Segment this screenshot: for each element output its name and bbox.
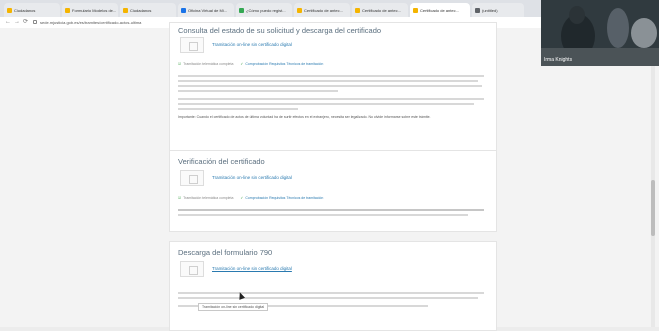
link-tooltip: Tramitación on-line sin certificado digi… — [198, 303, 269, 311]
tab-favicon — [123, 7, 128, 13]
lock-icon — [33, 20, 37, 24]
browser-tab[interactable]: Ciudadanos — [120, 3, 176, 17]
section-verificacion: Verificación del certificado Tramitación… — [169, 150, 497, 232]
requirements-link[interactable]: Comprobación Requisitos Técnicos de tram… — [245, 62, 323, 66]
participant-name: Irma Knights — [544, 57, 573, 63]
certificate-image — [180, 37, 204, 53]
url-field[interactable]: sede.mjusticia.gob.es/es/tramites/certif… — [40, 20, 141, 25]
online-procedure-link[interactable]: Tramitación on-line sin certificado digi… — [212, 42, 292, 47]
procedure-meta: ☑ Tramitación telemática completa ✓ Compro… — [178, 196, 324, 200]
procedure-meta: ☑ Tramitación telemática completa ✓ Compro… — [178, 62, 324, 66]
online-procedure-link[interactable]: Tramitación on-line sin certificado digi… — [212, 175, 292, 180]
person-silhouette — [607, 8, 629, 48]
browser-tab-active[interactable]: Certificado de antec... — [410, 3, 470, 17]
paragraph-line — [178, 214, 468, 216]
page-content: Consulta del estado de su solicitud y de… — [0, 22, 659, 331]
section-consulta: Consulta del estado de su solicitud y de… — [169, 22, 497, 162]
back-icon[interactable]: ← — [5, 19, 11, 26]
section-formulario-790: Descarga del formulario 790 Tramitación … — [169, 241, 497, 331]
browser-tab[interactable]: ¿Cómo puedo regist... — [236, 3, 292, 17]
paragraph-line — [178, 85, 482, 87]
section-heading: Consulta del estado de su solicitud y de… — [178, 26, 382, 35]
video-feed-icon: Irma Knights — [541, 0, 659, 66]
tab-favicon — [65, 7, 70, 13]
section-heading: Descarga del formulario 790 — [178, 248, 273, 257]
check-icon: ☑ — [178, 196, 182, 200]
paragraph-line — [178, 90, 338, 92]
certificate-image — [180, 261, 204, 277]
forward-icon[interactable]: → — [14, 19, 20, 26]
tab-favicon — [7, 7, 12, 13]
tab-favicon — [239, 7, 244, 13]
paragraph-line — [178, 98, 484, 100]
important-note: Importante: Cuando el certificado de act… — [178, 115, 431, 119]
browser-tab[interactable]: (untitled) — [472, 3, 524, 17]
certificate-image — [180, 170, 204, 186]
browser-tab[interactable]: Ciudadanos — [4, 3, 60, 17]
online-procedure-link[interactable]: Tramitación on-line sin certificado digi… — [212, 266, 292, 271]
paragraph-line — [178, 209, 484, 211]
browser-tab[interactable]: Oficina Virtual de Mi... — [178, 3, 234, 17]
paragraph-line — [178, 103, 474, 105]
tab-favicon — [297, 7, 302, 13]
browser-tab[interactable]: Certificado de antec... — [352, 3, 408, 17]
check-icon: ✓ — [240, 62, 244, 66]
person-silhouette — [569, 6, 585, 24]
paragraph-line — [178, 108, 298, 110]
requirements-link[interactable]: Comprobación Requisitos Técnicos de tram… — [245, 196, 323, 200]
scrollbar-thumb[interactable] — [651, 180, 655, 236]
page-scrollbar[interactable] — [651, 30, 655, 327]
paragraph-line — [178, 75, 484, 77]
tab-favicon — [355, 7, 360, 13]
check-icon: ☑ — [178, 62, 182, 66]
tab-favicon — [475, 7, 480, 13]
check-icon: ✓ — [240, 196, 244, 200]
browser-tab[interactable]: Formulario Modelos de... — [62, 3, 118, 17]
tab-favicon — [413, 7, 418, 13]
person-silhouette — [631, 18, 657, 48]
paragraph-line — [178, 297, 478, 299]
paragraph-line — [178, 292, 484, 294]
section-heading: Verificación del certificado — [178, 157, 265, 166]
reload-icon[interactable]: ⟳ — [23, 19, 28, 26]
paragraph-line — [178, 80, 478, 82]
tab-favicon — [181, 7, 186, 13]
browser-tab[interactable]: Certificado de antec... — [294, 3, 350, 17]
